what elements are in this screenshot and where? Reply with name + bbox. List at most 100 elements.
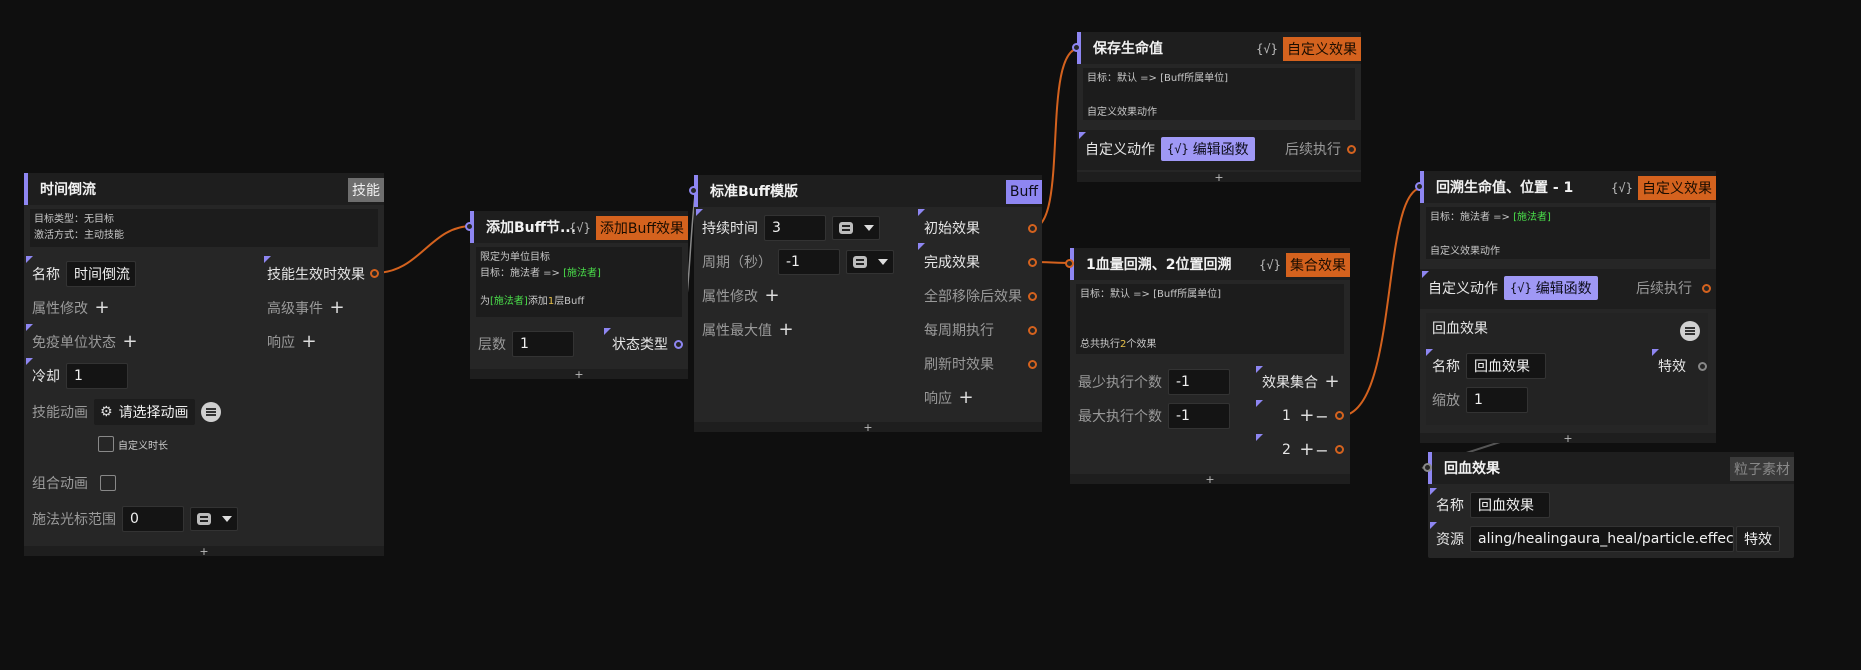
insert-item-button[interactable]: +: [1299, 441, 1315, 459]
node-title: 时间倒流: [40, 182, 96, 198]
node-header[interactable]: 添加Buff节... {√} 添加Buff效果: [470, 211, 688, 243]
node-header[interactable]: 标准Buff模版 Buff: [694, 175, 1042, 207]
min-input[interactable]: -1: [1168, 369, 1230, 395]
insert-item-button[interactable]: +: [1299, 407, 1315, 425]
node-header[interactable]: 保存生命值 {√} 自定义效果: [1077, 32, 1361, 64]
remove-item-button[interactable]: −: [1315, 407, 1329, 426]
node-description: 目标：默认 => [Buff所属单位] 总共执行2个效果: [1076, 284, 1344, 354]
node-header[interactable]: 1血量回溯、2位置回溯 {√} 集合效果: [1070, 248, 1350, 280]
add-immune-button[interactable]: +: [122, 333, 138, 351]
out-effect-label: 技能生效时效果: [267, 267, 365, 283]
state-type-pin[interactable]: [674, 340, 683, 349]
add-attr-mod-button[interactable]: +: [94, 299, 110, 317]
node-skill[interactable]: 时间倒流 技能 目标类型：无目标 激活方式：主动技能 名称 时间倒流 属性修改 …: [24, 173, 384, 558]
add-response-button[interactable]: +: [301, 333, 317, 351]
node-description: 目标：默认 => [Buff所属单位] 自定义效果动作: [1083, 68, 1355, 120]
desc-line: 自定义效果动作: [1087, 107, 1157, 118]
duration-input[interactable]: 3: [764, 215, 826, 241]
add-response-button[interactable]: +: [958, 389, 974, 407]
subnode-fx-pin[interactable]: [1698, 362, 1707, 371]
function-icon[interactable]: {√}: [1255, 38, 1279, 60]
select-animation-button[interactable]: ⚙ 请选择动画: [94, 399, 195, 425]
input-pin[interactable]: [1423, 463, 1432, 472]
set-item-2-pin[interactable]: [1335, 445, 1344, 454]
node-add-buff[interactable]: 添加Buff节... {√} 添加Buff效果 限定为单位目标 目标：施法者 =…: [465, 211, 688, 381]
anim-options-icon[interactable]: [200, 402, 221, 422]
duration-dropdown[interactable]: [832, 216, 880, 240]
input-pin[interactable]: [465, 222, 474, 231]
out-initial-pin[interactable]: [1028, 224, 1037, 233]
function-icon[interactable]: {√}: [568, 217, 592, 239]
node-graph-canvas[interactable]: 时间倒流 技能 目标类型：无目标 激活方式：主动技能 名称 时间倒流 属性修改 …: [0, 0, 1861, 670]
cursor-range-dropdown[interactable]: [190, 507, 238, 531]
node-footer-add[interactable]: +: [694, 421, 1042, 434]
subnode-heal-effect[interactable]: 回血效果 名称 回血效果 特效 缩放 1: [1426, 313, 1708, 425]
node-save-hp[interactable]: 保存生命值 {√} 自定义效果 目标：默认 => [Buff所属单位] 自定义效…: [1072, 32, 1361, 184]
period-dropdown[interactable]: [846, 250, 894, 274]
node-header[interactable]: 回血效果 粒子素材: [1428, 452, 1794, 484]
remove-item-button[interactable]: −: [1315, 441, 1329, 460]
layers-input[interactable]: 1: [512, 331, 574, 357]
cooldown-row: 冷却 1: [32, 363, 128, 389]
particle-res-input[interactable]: aling/healingaura_heal/particle.effect: [1470, 526, 1734, 552]
node-set-effect[interactable]: 1血量回溯、2位置回溯 {√} 集合效果 目标：默认 => [Buff所属单位]…: [1065, 248, 1350, 486]
node-footer-add[interactable]: +: [1420, 432, 1716, 445]
input-pin[interactable]: [1065, 259, 1074, 268]
name-input[interactable]: 时间倒流: [66, 261, 136, 287]
period-input[interactable]: -1: [778, 249, 840, 275]
out-initial-label: 初始效果: [924, 221, 980, 237]
add-set-item-button[interactable]: +: [1324, 373, 1340, 391]
subnode-name-input[interactable]: 回血效果: [1466, 353, 1546, 379]
out-remove-all-label: 全部移除后效果: [924, 289, 1022, 305]
combo-anim-checkbox[interactable]: [100, 475, 116, 491]
function-icon: {√}: [1510, 281, 1532, 295]
function-icon[interactable]: {√}: [1610, 177, 1634, 199]
add-attr-max-button[interactable]: +: [778, 321, 794, 339]
out-refresh-pin[interactable]: [1028, 360, 1037, 369]
node-rewind[interactable]: 回溯生命值、位置 - 1 {√} 自定义效果 目标：施法者 => [施法者] 自…: [1415, 171, 1716, 445]
subnode-title-row: 回血效果: [1432, 315, 1488, 341]
input-pin[interactable]: [1072, 43, 1081, 52]
particle-fx-button[interactable]: 特效: [1736, 526, 1780, 552]
set-item-1-pin[interactable]: [1335, 411, 1344, 420]
node-footer-add[interactable]: +: [24, 545, 384, 558]
custom-duration-checkbox[interactable]: [98, 436, 114, 452]
after-pin[interactable]: [1347, 145, 1356, 154]
node-title: 保存生命值: [1093, 41, 1163, 57]
add-attr-mod-button[interactable]: +: [764, 287, 780, 305]
out-effect-pin[interactable]: [370, 269, 379, 278]
node-particle[interactable]: 回血效果 粒子素材 名称 回血效果 资源 aling/healingaura_h…: [1423, 452, 1794, 558]
node-header[interactable]: 回溯生命值、位置 - 1 {√} 自定义效果: [1420, 171, 1716, 203]
out-complete-pin[interactable]: [1028, 258, 1037, 267]
node-footer-add[interactable]: +: [470, 368, 688, 381]
node-buff[interactable]: 标准Buff模版 Buff 持续时间 3 周期（秒） -1 属性修改 + 属性最…: [689, 175, 1042, 434]
max-input[interactable]: -1: [1168, 403, 1230, 429]
node-footer-add[interactable]: +: [1070, 473, 1350, 486]
out-remove-all-pin[interactable]: [1028, 292, 1037, 301]
cursor-range-row: 施法光标范围 0: [32, 506, 238, 532]
edit-function-button[interactable]: {√} 编辑函数: [1161, 137, 1255, 161]
response-row: 响应 +: [267, 329, 317, 355]
input-pin[interactable]: [1415, 182, 1424, 191]
cursor-range-input[interactable]: 0: [122, 506, 184, 532]
desc-line: 目标：默认 => [Buff所属单位]: [1080, 289, 1222, 300]
output-port-marker: [1652, 349, 1659, 356]
out-periodic-pin[interactable]: [1028, 326, 1037, 335]
attr-mod-label: 属性修改: [702, 289, 758, 305]
attr-mod-row: 属性修改 +: [32, 295, 110, 321]
desc-line: 自定义效果动作: [1430, 246, 1500, 257]
after-pin[interactable]: [1702, 284, 1711, 293]
cooldown-input[interactable]: 1: [66, 363, 128, 389]
subnode-options-icon[interactable]: [1680, 321, 1700, 341]
function-icon[interactable]: {√}: [1258, 254, 1282, 276]
add-adv-event-button[interactable]: +: [329, 299, 345, 317]
node-footer-add[interactable]: +: [1077, 171, 1361, 184]
particle-name-input[interactable]: 回血效果: [1470, 492, 1550, 518]
subnode-scale-input[interactable]: 1: [1466, 387, 1528, 413]
set-item-1: 1 + −: [1282, 403, 1329, 429]
max-row: 最大执行个数 -1: [1078, 403, 1230, 429]
attr-mod-row: 属性修改 +: [702, 283, 780, 309]
edit-function-button[interactable]: {√} 编辑函数: [1504, 276, 1598, 300]
node-header[interactable]: 时间倒流 技能: [24, 173, 384, 205]
input-pin[interactable]: [689, 186, 698, 195]
